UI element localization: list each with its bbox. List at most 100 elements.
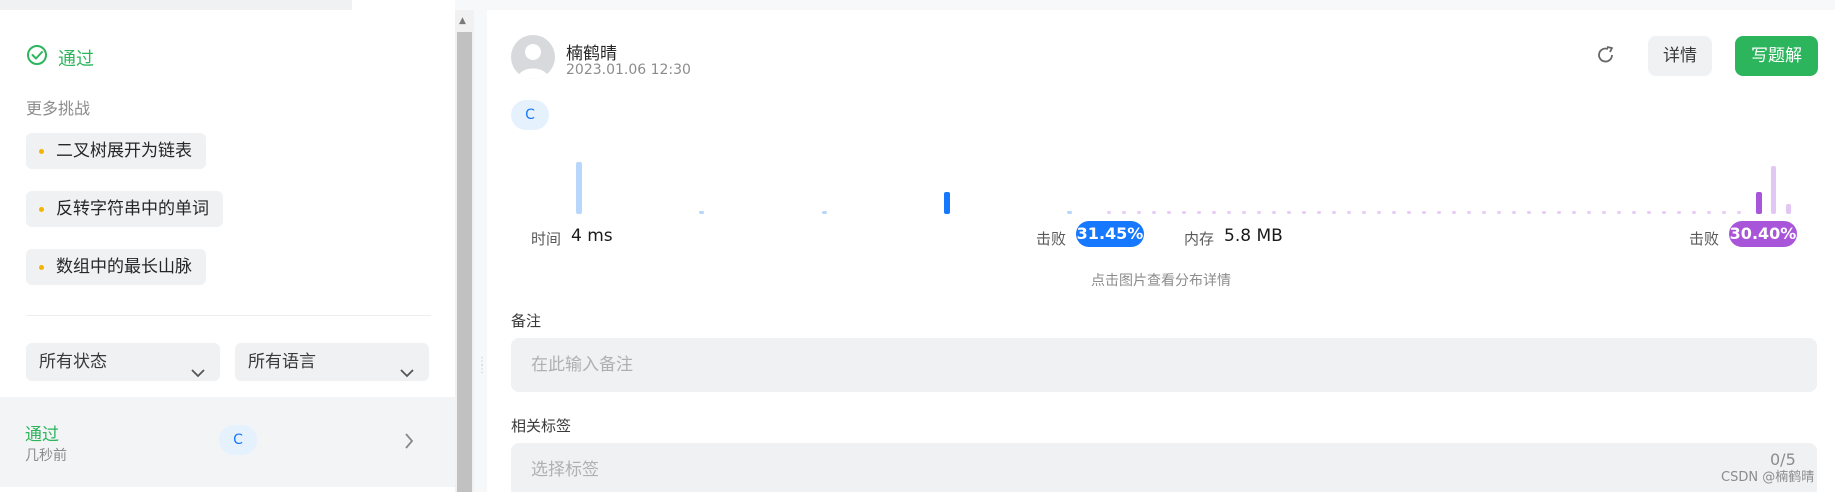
memory-dist-dot — [1602, 211, 1606, 214]
memory-dist-dot — [1377, 211, 1381, 214]
leetcode-submission-page: 通过 更多挑战 二叉树展开为链表 反转字符串中的单词 数组中的最长山脉 所有状态… — [0, 0, 1835, 492]
memory-dist-dot — [1497, 211, 1501, 214]
memory-dist-dot — [1362, 211, 1366, 214]
memory-dist-bar-current — [1756, 192, 1762, 214]
memory-dist-dot — [1287, 211, 1291, 214]
memory-dist-bar — [1771, 166, 1776, 214]
memory-beat-label: 击败 — [1689, 230, 1720, 248]
memory-beat-badge: 30.40% — [1729, 221, 1797, 247]
panel-resize-handle[interactable]: ⋮ ⋮ — [477, 357, 487, 382]
runtime-dist-bar — [1067, 211, 1072, 214]
runtime-dist-bar — [822, 211, 827, 214]
status-filter-value: 所有状态 — [39, 352, 107, 372]
memory-dist-dot — [1272, 211, 1276, 214]
scroll-up-arrow-icon[interactable]: ▲ — [459, 16, 466, 26]
more-challenges-label: 更多挑战 — [26, 99, 91, 118]
memory-dist-dot — [1617, 211, 1621, 214]
memory-value: 5.8 MB — [1224, 226, 1283, 246]
language-filter-value: 所有语言 — [248, 352, 316, 372]
memory-dist-dot — [1707, 211, 1711, 214]
memory-dist-dot — [1557, 211, 1561, 214]
memory-dist-dot — [1692, 211, 1696, 214]
memory-dist-dot — [1122, 211, 1126, 214]
submission-status: 通过 — [25, 425, 59, 445]
runtime-beat-label: 击败 — [1036, 230, 1067, 248]
status-filter-select[interactable]: 所有状态 — [26, 343, 220, 381]
memory-dist-dot — [1197, 211, 1201, 214]
memory-dist-dot — [1662, 211, 1666, 214]
right-panel: 楠鹤晴 2023.01.06 12:30 详情 写题解 C 时间 4 ms 击败… — [487, 10, 1835, 492]
submission-row[interactable]: 通过 几秒前 C — [0, 397, 455, 487]
distribution-chart[interactable] — [511, 148, 1821, 214]
memory-dist-dot — [1302, 211, 1306, 214]
submission-time: 几秒前 — [25, 448, 67, 464]
runtime-dist-bar — [576, 162, 582, 214]
tags-label: 相关标签 — [511, 417, 572, 435]
memory-dist-dot — [1467, 211, 1471, 214]
challenge-chip[interactable]: 二叉树展开为链表 — [26, 133, 206, 169]
memory-dist-dot — [1137, 211, 1141, 214]
divider — [26, 315, 431, 316]
memory-dist-dot — [1542, 211, 1546, 214]
submission-date: 2023.01.06 12:30 — [566, 62, 691, 78]
memory-dist-dot — [1527, 211, 1531, 214]
challenge-chip[interactable]: 数组中的最长山脉 — [26, 249, 206, 285]
chevron-down-icon — [190, 355, 206, 393]
language-filter-select[interactable]: 所有语言 — [235, 343, 429, 381]
language-badge: C — [511, 100, 549, 130]
detail-button[interactable]: 详情 — [1648, 36, 1712, 76]
memory-dist-dot — [1257, 211, 1261, 214]
memory-dist-dot — [1587, 211, 1591, 214]
memory-dist-dot — [1152, 211, 1156, 214]
memory-dist-dot — [1737, 211, 1741, 214]
memory-label: 内存 — [1184, 230, 1215, 248]
write-solution-button[interactable]: 写题解 — [1735, 36, 1818, 76]
notes-input[interactable]: 在此输入备注 — [511, 338, 1817, 392]
memory-dist-dot — [1647, 211, 1651, 214]
memory-dist-dot — [1452, 211, 1456, 214]
left-panel: 通过 更多挑战 二叉树展开为链表 反转字符串中的单词 数组中的最长山脉 所有状态… — [0, 0, 455, 492]
watermark: CSDN @楠鹤晴 — [1721, 470, 1815, 485]
memory-dist-dot — [1317, 211, 1321, 214]
runtime-beat-badge: 31.45% — [1076, 221, 1144, 247]
left-top-strip — [0, 0, 352, 10]
memory-dist-dot — [1437, 211, 1441, 214]
memory-dist-dot — [1572, 211, 1576, 214]
chevron-right-icon[interactable] — [403, 431, 415, 455]
memory-dist-dot — [1422, 211, 1426, 214]
memory-dist-dot — [1167, 211, 1171, 214]
runtime-dist-bar — [699, 211, 704, 214]
memory-dist-dot — [1722, 211, 1726, 214]
runtime-dist-bar-current — [944, 192, 950, 214]
memory-dist-dot — [1332, 211, 1336, 214]
tags-select[interactable]: 选择标签 — [511, 443, 1817, 492]
memory-dist-dot — [1392, 211, 1396, 214]
chevron-down-icon — [399, 355, 415, 393]
memory-dist-dot — [1347, 211, 1351, 214]
memory-dist-dot — [1407, 211, 1411, 214]
memory-dist-bar — [1786, 204, 1791, 214]
memory-dist-dot — [1212, 211, 1216, 214]
scrollbar-thumb[interactable] — [457, 32, 472, 492]
memory-dist-dot — [1182, 211, 1186, 214]
challenge-chip[interactable]: 反转字符串中的单词 — [26, 191, 223, 227]
author-name[interactable]: 楠鹤晴 — [566, 39, 617, 64]
memory-dist-dot — [1512, 211, 1516, 214]
distribution-hint: 点击图片查看分布详情 — [1091, 273, 1231, 289]
runtime-value: 4 ms — [571, 226, 613, 246]
memory-dist-dot — [1242, 211, 1246, 214]
accepted-status: 通过 — [26, 44, 94, 71]
left-scrollbar[interactable]: ▲ — [455, 10, 474, 492]
runtime-label: 时间 — [531, 230, 562, 248]
memory-dist-dot — [1107, 211, 1111, 214]
check-circle-icon — [26, 44, 48, 71]
memory-dist-dot — [1482, 211, 1486, 214]
refresh-icon[interactable] — [1595, 44, 1617, 70]
memory-dist-dot — [1632, 211, 1636, 214]
avatar[interactable] — [511, 35, 555, 79]
accepted-status-label: 通过 — [58, 48, 94, 70]
submission-language-badge: C — [219, 425, 257, 455]
memory-dist-dot — [1677, 211, 1681, 214]
memory-dist-dot — [1227, 211, 1231, 214]
notes-label: 备注 — [511, 312, 542, 330]
